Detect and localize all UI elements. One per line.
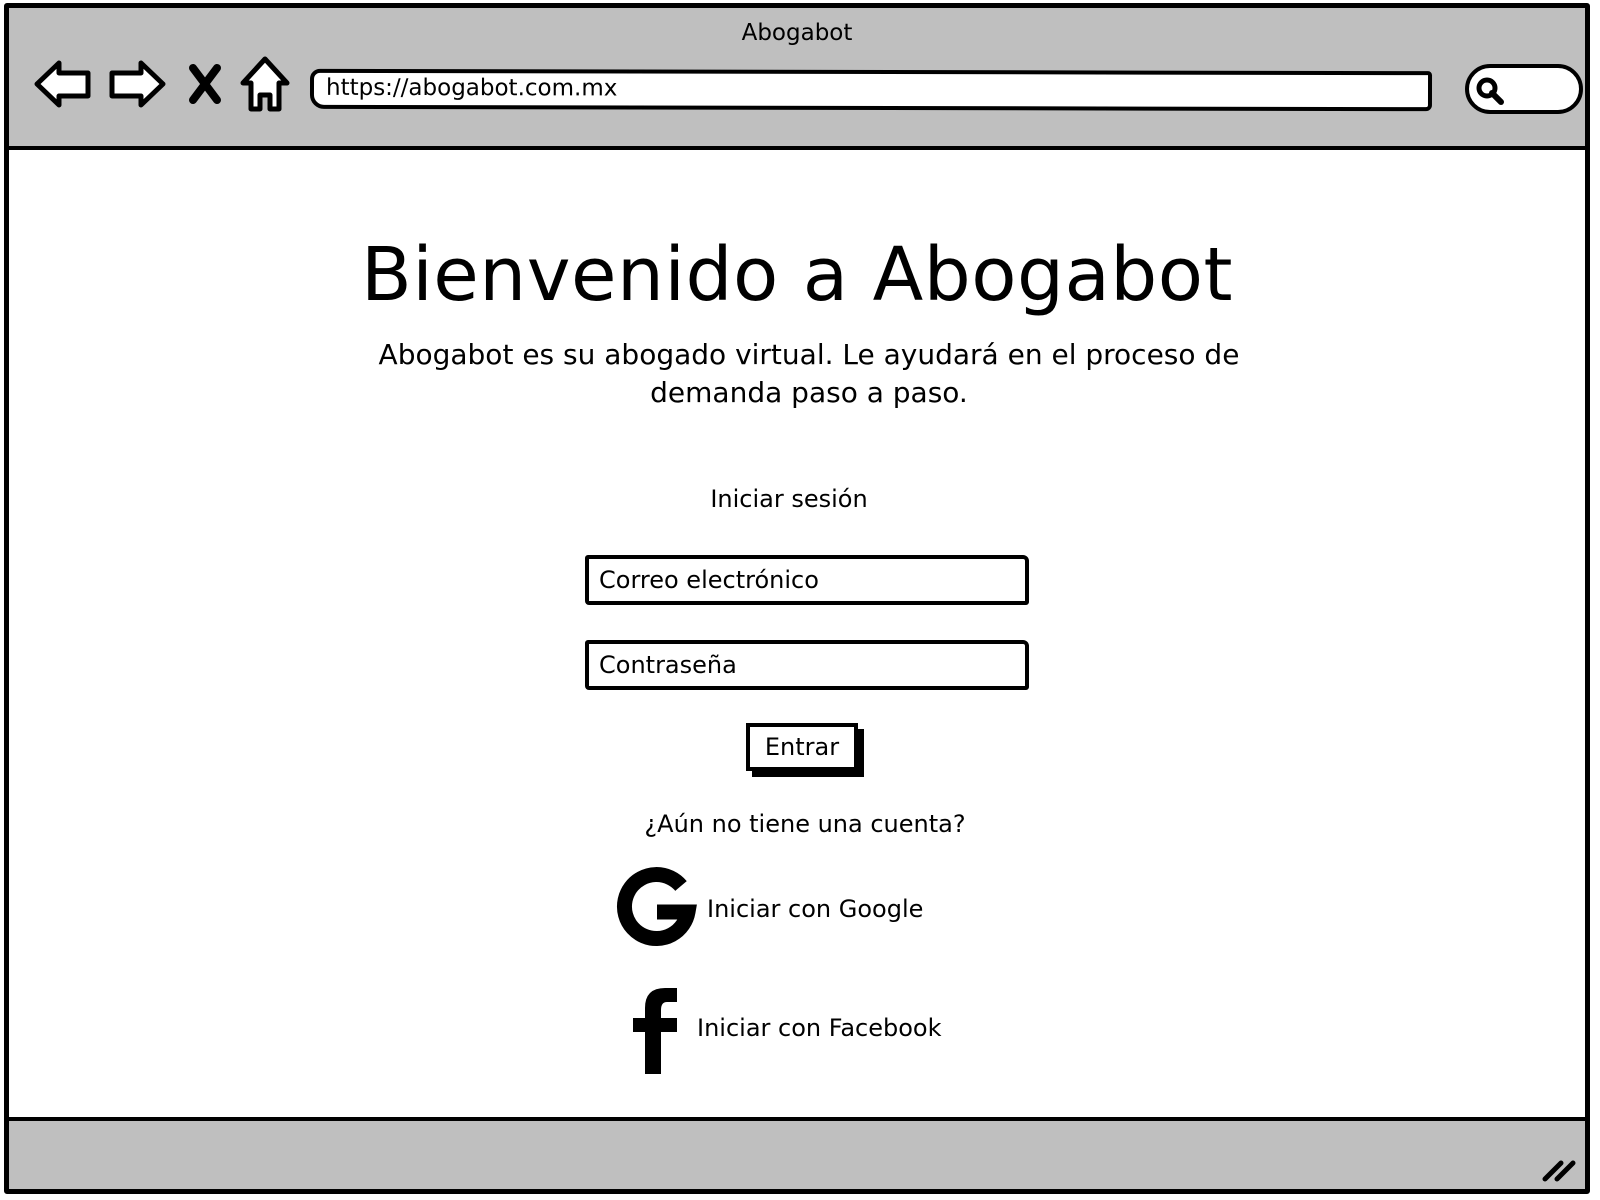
password-field[interactable] (585, 640, 1029, 690)
signup-question: ¿Aún no tiene una cuenta? (644, 810, 966, 838)
browser-status-bar (9, 1117, 1585, 1189)
forward-arrow-icon (109, 60, 166, 108)
login-heading: Iniciar sesión (710, 485, 868, 513)
email-field[interactable] (585, 555, 1029, 605)
home-button[interactable] (233, 52, 297, 116)
page-title: Bienvenido a Abogabot (360, 232, 1234, 318)
facebook-login-label: Iniciar con Facebook (697, 1014, 942, 1042)
page-subtitle: Abogabot es su abogado virtual. Le ayuda… (378, 338, 1240, 409)
google-login-button[interactable]: Iniciar con Google (613, 866, 923, 952)
facebook-login-button[interactable]: Iniciar con Facebook (629, 982, 942, 1074)
back-button[interactable] (31, 52, 95, 116)
page-content: Bienvenido a Abogabot Abogabot es su abo… (9, 150, 1585, 1117)
stop-button[interactable] (173, 52, 237, 116)
browser-window: Abogabot https://abogabot.com.mx Bienven… (4, 3, 1590, 1194)
resize-grip-icon[interactable] (1539, 1153, 1579, 1183)
login-submit-button[interactable]: Entrar (746, 723, 858, 771)
google-icon (617, 867, 697, 946)
forward-button[interactable] (105, 52, 169, 116)
back-arrow-icon (34, 60, 91, 108)
url-bar[interactable]: https://abogabot.com.mx (309, 68, 1433, 112)
browser-toolbar: Abogabot https://abogabot.com.mx (9, 8, 1585, 150)
facebook-icon (633, 988, 677, 1074)
browser-search-box[interactable] (1465, 64, 1583, 114)
google-login-label: Iniciar con Google (707, 895, 924, 923)
stop-x-icon (189, 64, 221, 104)
home-icon (240, 56, 290, 112)
window-title: Abogabot (741, 20, 853, 46)
search-icon (1476, 77, 1504, 105)
